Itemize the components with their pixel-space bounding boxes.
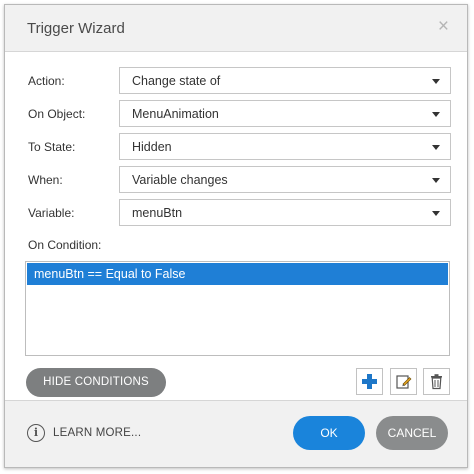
trash-icon	[431, 374, 442, 390]
trigger-wizard-dialog: Trigger Wizard × Action: Change state of…	[4, 4, 468, 468]
close-icon[interactable]: ×	[438, 17, 449, 36]
on-object-label: On Object:	[28, 107, 86, 121]
chevron-down-icon	[432, 178, 440, 183]
hide-conditions-button[interactable]: HIDE CONDITIONS	[26, 368, 166, 397]
on-object-select[interactable]: MenuAnimation	[119, 100, 451, 127]
dialog-title: Trigger Wizard	[27, 20, 125, 37]
dialog-footer: i LEARN MORE... OK CANCEL	[5, 400, 467, 467]
learn-more-link[interactable]: LEARN MORE...	[53, 427, 141, 439]
chevron-down-icon	[432, 112, 440, 117]
chevron-down-icon	[432, 145, 440, 150]
on-object-value: MenuAnimation	[132, 107, 219, 121]
add-icon	[362, 374, 377, 389]
variable-select[interactable]: menuBtn	[119, 199, 451, 226]
chevron-down-icon	[432, 211, 440, 216]
condition-list[interactable]: menuBtn == Equal to False	[25, 261, 450, 356]
to-state-select[interactable]: Hidden	[119, 133, 451, 160]
ok-button[interactable]: OK	[293, 416, 365, 450]
add-condition-button[interactable]	[356, 368, 383, 395]
info-icon: i	[27, 424, 45, 442]
title-bar: Trigger Wizard ×	[5, 5, 467, 52]
action-value: Change state of	[132, 74, 221, 88]
when-value: Variable changes	[132, 173, 228, 187]
action-select[interactable]: Change state of	[119, 67, 451, 94]
variable-value: menuBtn	[132, 206, 183, 220]
delete-condition-button[interactable]	[423, 368, 450, 395]
condition-item[interactable]: menuBtn == Equal to False	[27, 263, 448, 285]
action-label: Action:	[28, 74, 65, 88]
to-state-label: To State:	[28, 140, 76, 154]
variable-label: Variable:	[28, 206, 75, 220]
edit-icon	[396, 375, 412, 389]
to-state-value: Hidden	[132, 140, 172, 154]
when-select[interactable]: Variable changes	[119, 166, 451, 193]
dialog-body: Action: Change state of On Object: MenuA…	[5, 52, 467, 400]
on-condition-label: On Condition:	[28, 238, 102, 252]
edit-condition-button[interactable]	[390, 368, 417, 395]
chevron-down-icon	[432, 79, 440, 84]
cancel-button[interactable]: CANCEL	[376, 416, 448, 450]
when-label: When:	[28, 173, 63, 187]
